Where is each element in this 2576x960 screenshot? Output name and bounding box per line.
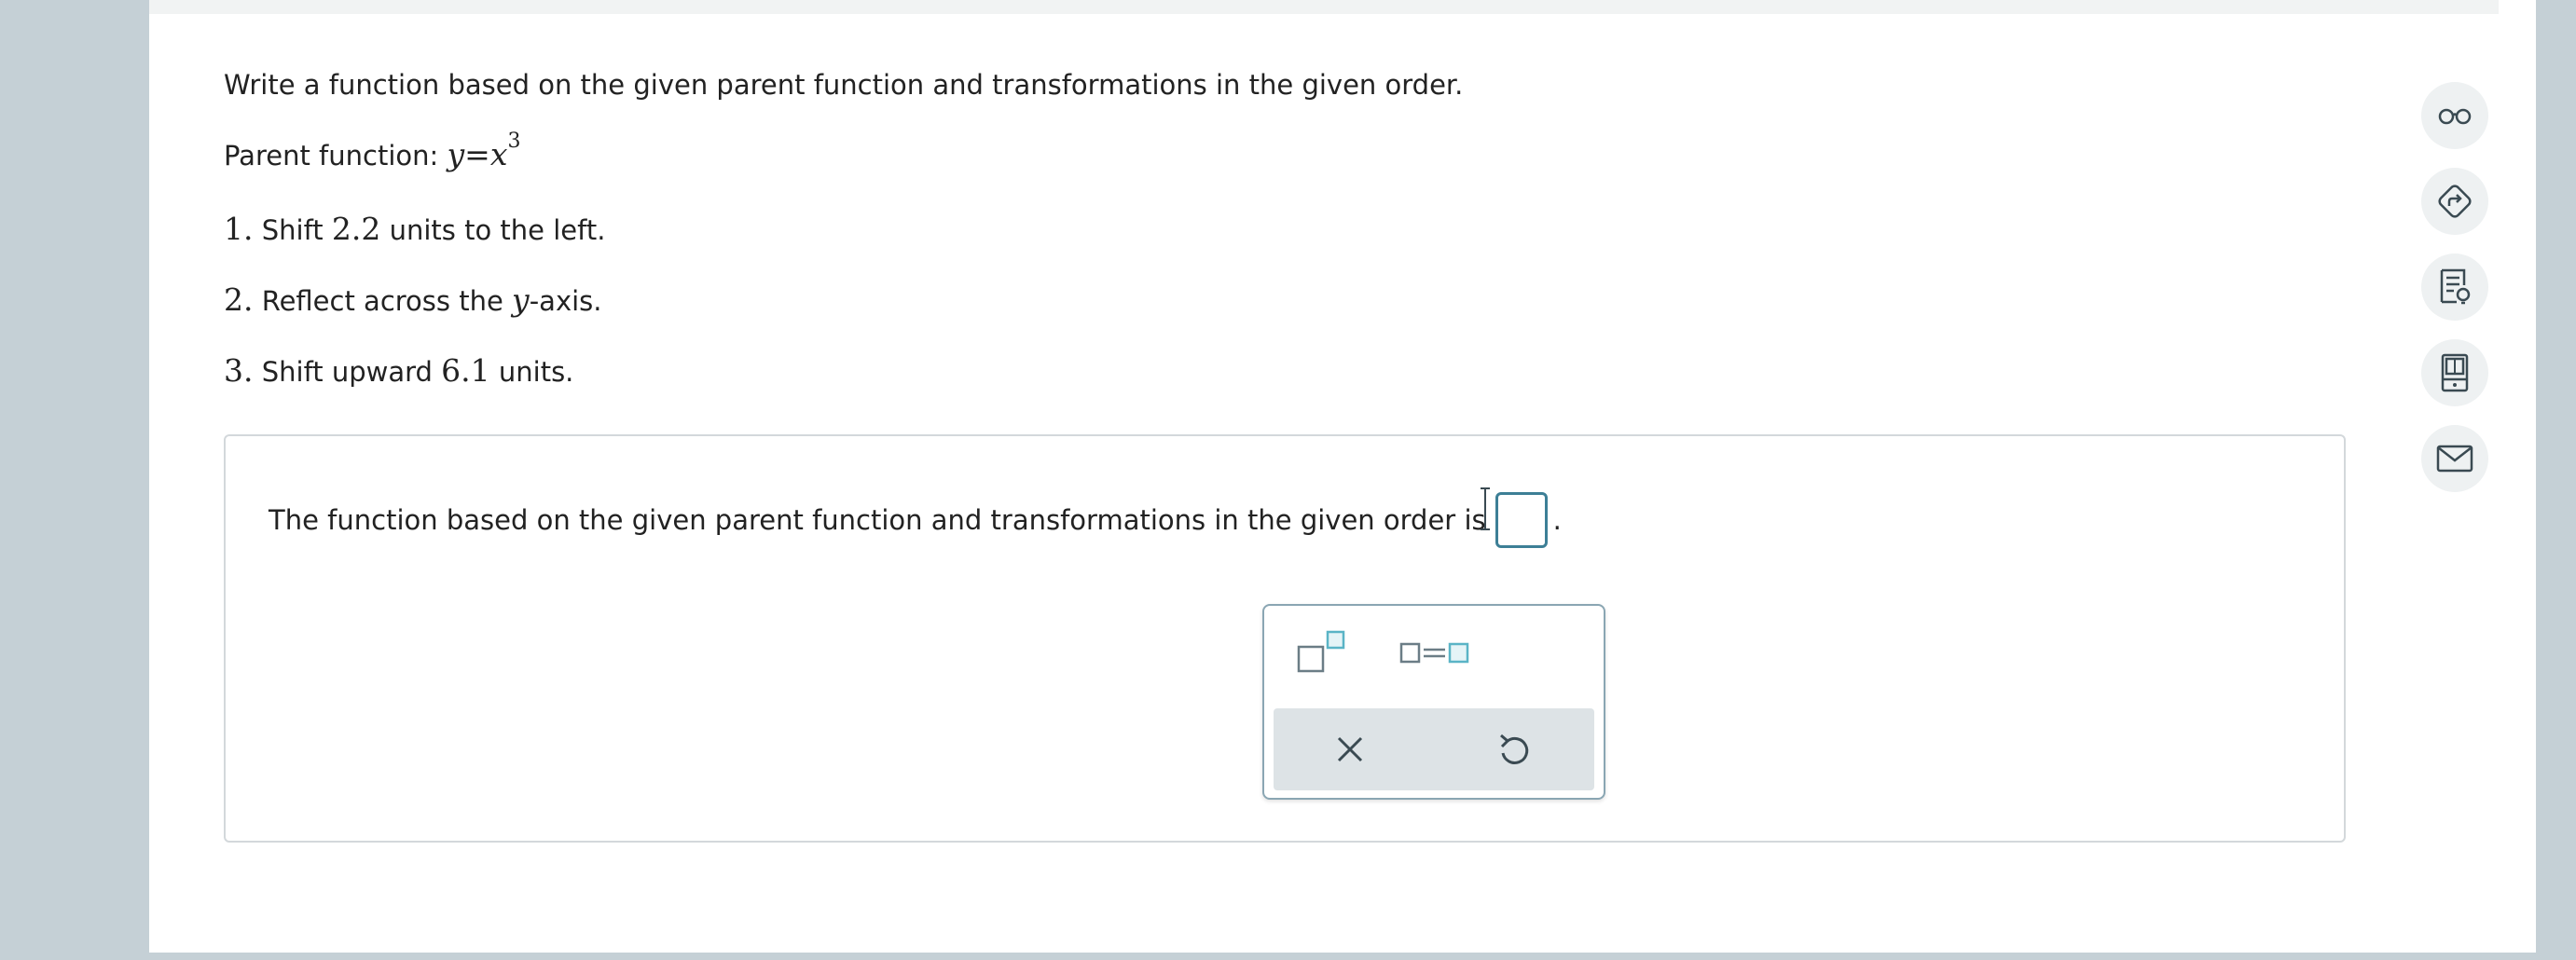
step-1: 1. Shift 2.2 units to the left.: [224, 211, 605, 247]
calculator-book-icon: [2441, 353, 2469, 392]
step-2-number: 2.: [224, 281, 254, 318]
view-example-button[interactable]: [2421, 82, 2488, 149]
undo-button[interactable]: [1494, 729, 1535, 774]
text-caret-icon: [1481, 487, 1490, 530]
answer-box: The function based on the given parent f…: [224, 434, 2346, 843]
step-3-number: 3.: [224, 352, 254, 389]
step-3: 3. Shift upward 6.1 units.: [224, 352, 573, 389]
glasses-icon: [2438, 108, 2472, 125]
answer-text: The function based on the given parent f…: [269, 504, 1486, 536]
question-prompt: Write a function based on the given pare…: [224, 69, 1464, 101]
answer-input[interactable]: [1495, 492, 1548, 548]
mail-icon: [2436, 445, 2473, 473]
step-2-var: y: [512, 281, 530, 318]
parent-eq: =: [464, 136, 490, 172]
step-2: 2. Reflect across the y-axis.: [224, 281, 602, 318]
exponent-button[interactable]: [1296, 628, 1348, 679]
close-icon: [1337, 736, 1363, 762]
step-1-post: units to the left.: [389, 214, 606, 246]
step-1-value: 2.2: [331, 211, 381, 247]
clear-button[interactable]: [1329, 729, 1371, 774]
step-3-post: units.: [498, 356, 574, 388]
answer-period: .: [1552, 504, 1562, 536]
equation-button[interactable]: [1398, 639, 1473, 671]
document-lightbulb-icon: [2440, 268, 2471, 305]
palette-footer: [1274, 708, 1594, 790]
text-cursor-icon: [281, 498, 303, 542]
parent-y: y: [447, 136, 465, 172]
step-2-post: -axis.: [529, 285, 602, 317]
question-panel: Write a function based on the given pare…: [149, 0, 2536, 953]
top-strip: [149, 0, 2499, 14]
parent-exponent: 3: [507, 130, 521, 154]
step-3-pre: Shift upward: [261, 356, 433, 388]
input-caret: [1474, 483, 1496, 535]
step-1-pre: Shift: [261, 214, 324, 246]
step-2-pre: Reflect across the: [261, 285, 503, 317]
step-1-number: 1.: [224, 211, 254, 247]
parent-function: Parent function: y=x3: [224, 130, 520, 172]
parent-function-label: Parent function:: [224, 140, 439, 171]
direction-sign-icon: [2438, 185, 2472, 218]
answer-line: The function based on the given parent f…: [269, 492, 1562, 548]
undo-icon: [1500, 734, 1529, 764]
parent-x: x: [489, 136, 508, 172]
equation-icon: [1399, 642, 1469, 664]
textbook-button[interactable]: [2421, 254, 2488, 321]
exponent-icon: [1297, 630, 1345, 673]
message-button[interactable]: [2421, 425, 2488, 492]
calculator-button[interactable]: [2421, 339, 2488, 406]
step-3-value: 6.1: [441, 352, 490, 389]
get-help-button[interactable]: [2421, 168, 2488, 235]
math-palette: [1262, 604, 1605, 800]
